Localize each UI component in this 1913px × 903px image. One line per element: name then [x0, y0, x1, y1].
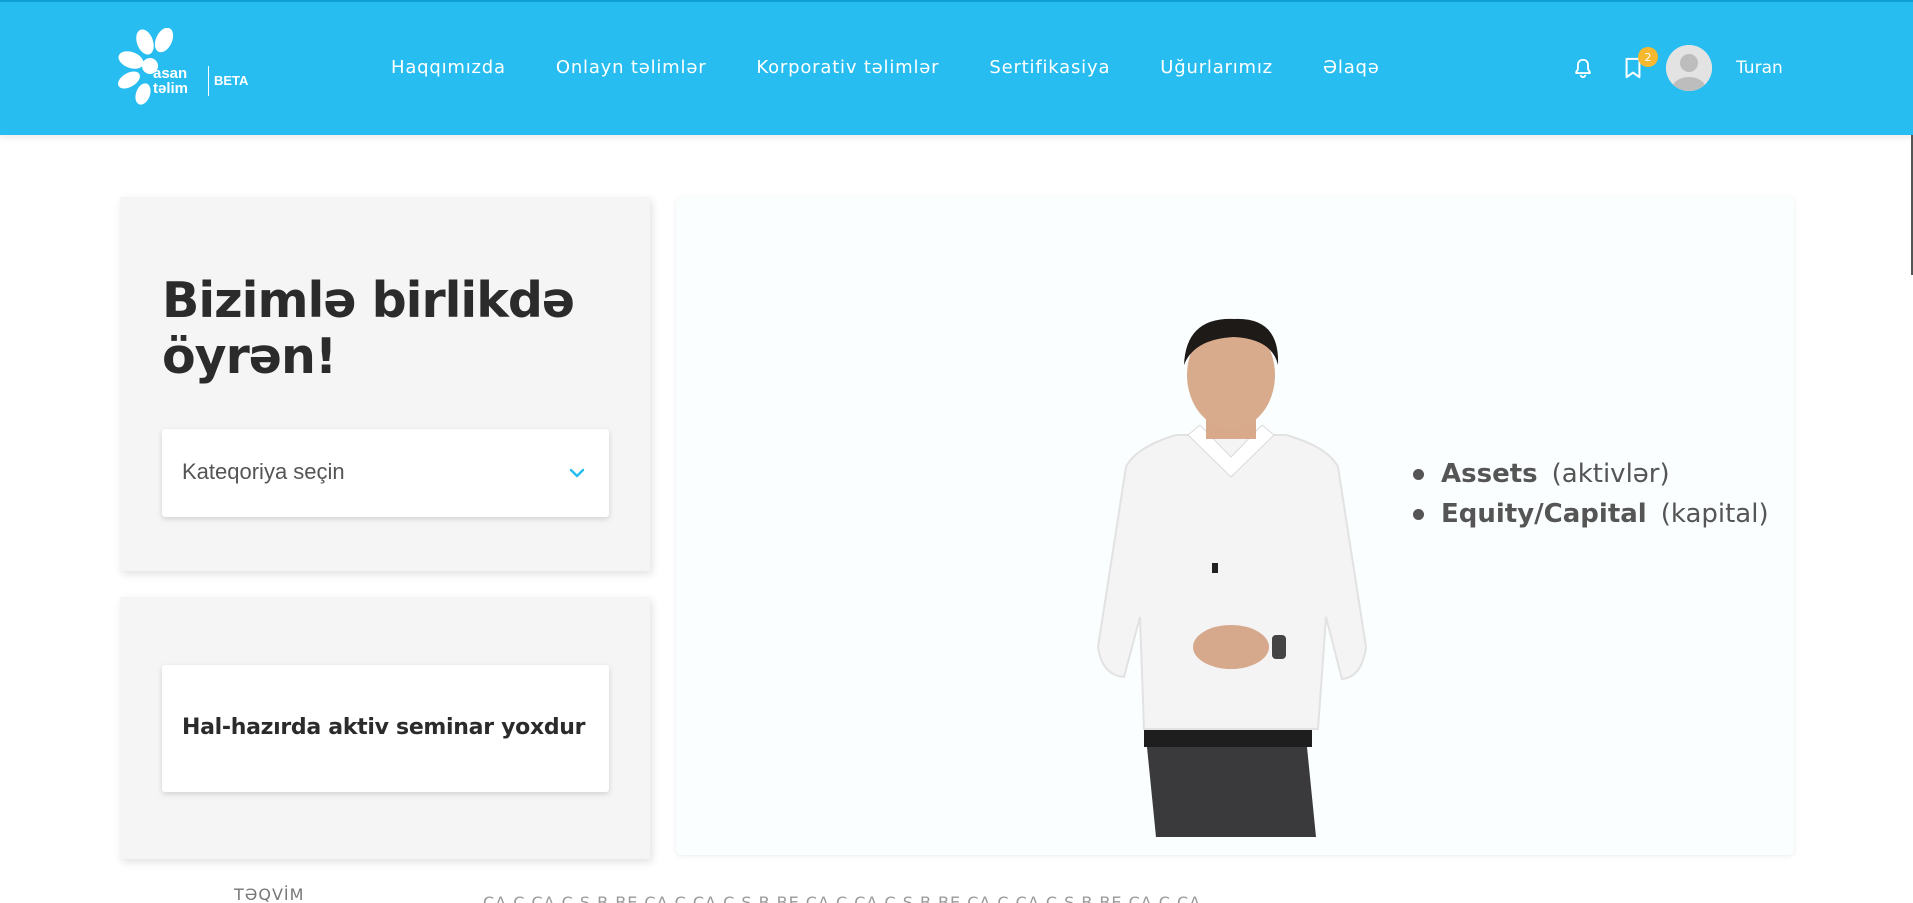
bullet-translation: (kapital) — [1660, 499, 1769, 529]
bell-icon — [1575, 58, 1591, 79]
avatar[interactable] — [1666, 45, 1712, 91]
bullet-dot — [1413, 468, 1424, 480]
beta-label: BETA — [214, 73, 249, 88]
nav-online-trainings[interactable]: Onlayn təlimlər — [556, 57, 707, 78]
presenter-image — [1096, 318, 1368, 837]
top-navigation-bar: asan təlim BETA Haqqımızda Onlayn təliml… — [0, 0, 1913, 135]
main-nav: Haqqımızda Onlayn təlimlər Korporativ tə… — [391, 57, 1380, 78]
hero-panel: Bizimlə birlikdə öyrən! Kateqoriya seçin — [120, 197, 650, 571]
category-select[interactable]: Kateqoriya seçin — [162, 429, 609, 517]
avatar-icon — [1666, 45, 1712, 91]
hero-title: Bizimlə birlikdə öyrən! — [162, 272, 575, 385]
bookmarks-button[interactable]: 2 — [1618, 47, 1658, 83]
no-active-seminar-text: Hal-hazırda aktiv seminar yoxdur — [182, 715, 586, 740]
logo-word-asan: asan — [153, 65, 188, 82]
calendar-days-row: ÇA C CA Ç Ş B BE ÇA C CA Ç Ş B BE ÇA C C… — [483, 893, 1202, 903]
chevron-down-icon — [569, 468, 585, 478]
nav-achievements[interactable]: Uğurlarımız — [1160, 57, 1273, 78]
nav-contact[interactable]: Əlaqə — [1323, 57, 1380, 78]
logo-divider — [208, 66, 209, 96]
video-player[interactable]: Assets (aktivlər) Equity/Capital (kapita… — [676, 197, 1794, 855]
bullet-term: Assets — [1441, 459, 1538, 489]
page: asan təlim BETA Haqqımızda Onlayn təliml… — [0, 0, 1913, 903]
logo-word-telim: təlim — [153, 80, 189, 97]
nav-about[interactable]: Haqqımızda — [391, 57, 506, 78]
asan-telim-logo[interactable]: asan təlim BETA — [117, 28, 257, 108]
slide-bullet: Assets (aktivlər) — [1413, 459, 1769, 489]
notifications-button[interactable] — [1568, 53, 1598, 83]
slide-bullet: Equity/Capital (kapital) — [1413, 499, 1769, 529]
nav-certification[interactable]: Sertifikasiya — [989, 57, 1110, 78]
seminar-panel: Hal-hazırda aktiv seminar yoxdur — [120, 597, 650, 859]
bullet-translation: (aktivlər) — [1551, 459, 1670, 489]
calendar-label: TƏQVİM — [234, 885, 305, 903]
bookmark-count-badge: 2 — [1638, 47, 1658, 67]
bullet-dot — [1413, 508, 1424, 520]
seminar-card: Hal-hazırda aktiv seminar yoxdur — [162, 665, 609, 792]
category-select-value: Kateqoriya seçin — [182, 459, 345, 484]
nav-corporate-trainings[interactable]: Korporativ təlimlər — [756, 57, 939, 78]
username[interactable]: Turan — [1736, 58, 1783, 78]
slide-bullets: Assets (aktivlər) Equity/Capital (kapita… — [1413, 459, 1769, 539]
header-user-area: 2 Turan — [1568, 44, 1783, 92]
logo-wordmark: asan təlim — [153, 66, 188, 96]
bullet-term: Equity/Capital — [1441, 499, 1647, 529]
